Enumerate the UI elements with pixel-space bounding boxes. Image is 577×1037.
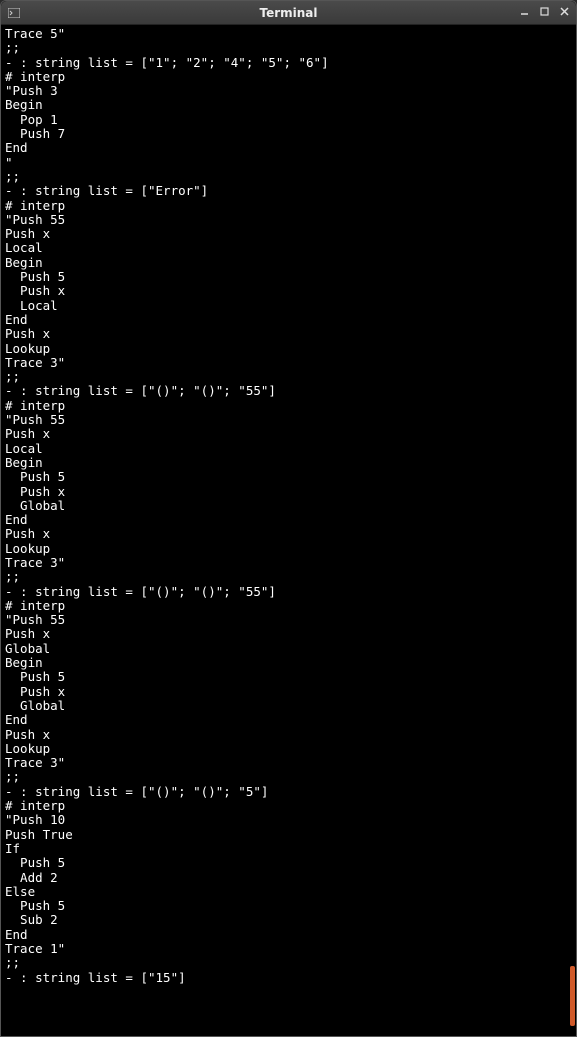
maximize-button[interactable] xyxy=(538,7,550,18)
window-controls xyxy=(518,7,570,18)
terminal-output[interactable]: Trace 5" ;; - : string list = ["1"; "2";… xyxy=(1,25,576,1036)
terminal-text: Trace 5" ;; - : string list = ["1"; "2";… xyxy=(5,26,329,985)
terminal-window: Terminal Trace 5" ;; - : string list = [… xyxy=(0,0,577,1037)
titlebar[interactable]: Terminal xyxy=(1,1,576,25)
close-button[interactable] xyxy=(558,7,570,18)
minimize-button[interactable] xyxy=(518,7,530,18)
window-title: Terminal xyxy=(1,6,576,20)
app-icon xyxy=(7,6,21,20)
scrollbar-thumb[interactable] xyxy=(570,966,575,1026)
